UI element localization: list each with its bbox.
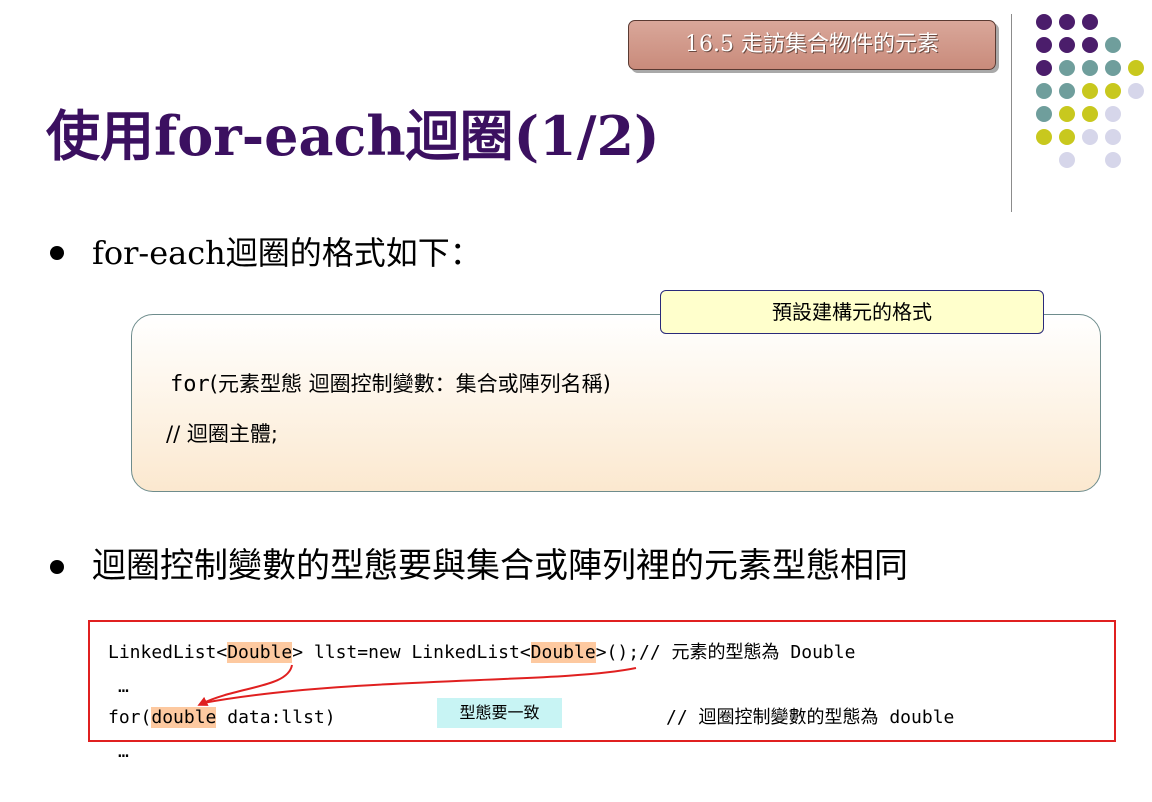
- arrow-from-second-double: [202, 667, 637, 704]
- arrow-from-first-double: [197, 664, 293, 706]
- type-match-arrows: [197, 664, 637, 706]
